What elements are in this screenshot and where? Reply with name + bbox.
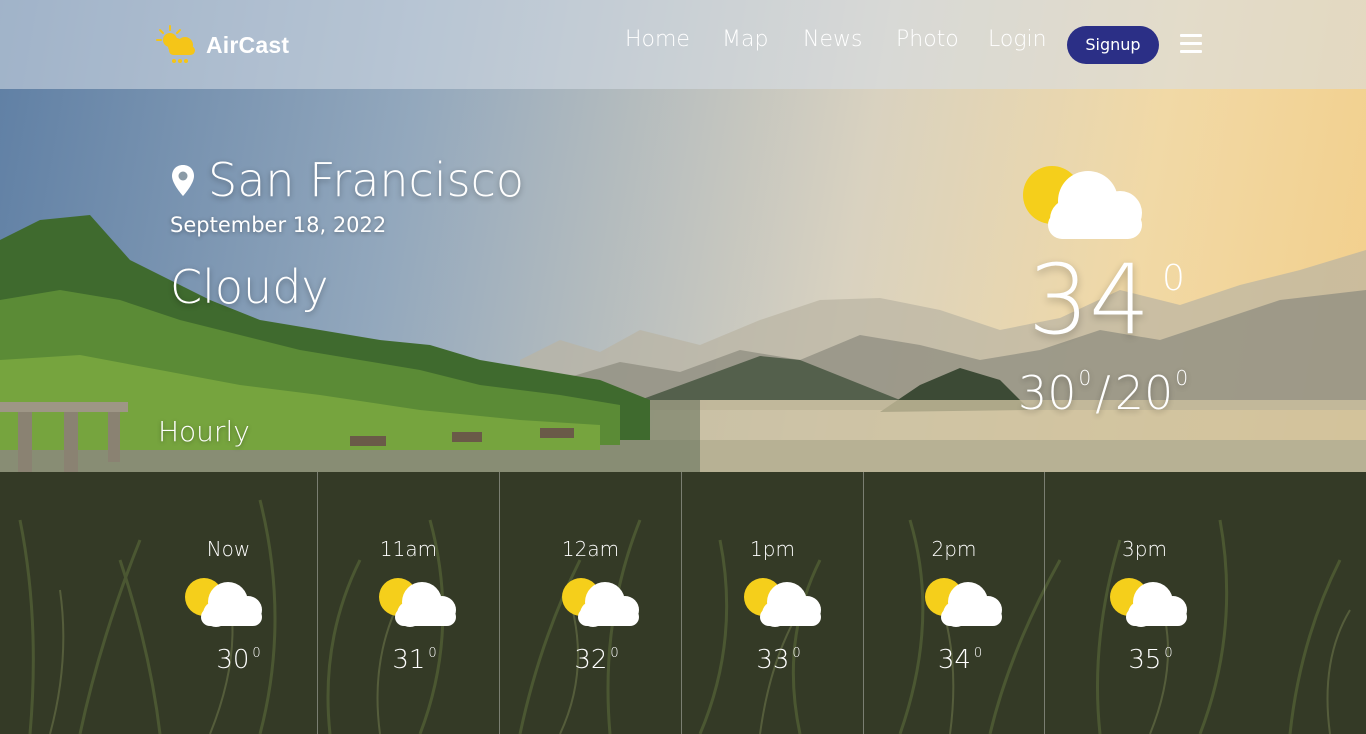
hour-time: 2pm: [931, 537, 977, 561]
hour-temperature: 32 0: [500, 645, 681, 675]
partly-cloudy-icon: [1023, 166, 1142, 239]
signup-button[interactable]: Signup: [1067, 26, 1159, 64]
hourly-item[interactable]: 3pm 35 0: [1044, 472, 1244, 734]
hour-degree: 0: [428, 646, 437, 661]
hour-time: Now: [206, 537, 251, 561]
range-separator: /: [1095, 366, 1111, 420]
hour-temp-value: 31: [392, 645, 426, 675]
hourly-section-title: Hourly: [158, 415, 250, 448]
hour-degree: 0: [252, 646, 261, 661]
nav-news[interactable]: News: [803, 27, 862, 52]
low-degree: 0: [1175, 366, 1189, 390]
nav-photo[interactable]: Photo: [896, 27, 959, 52]
hour-temp-value: 32: [574, 645, 608, 675]
location-row: San Francisco: [170, 153, 524, 207]
city-name: San Francisco: [208, 153, 525, 207]
partly-cloudy-icon: [185, 578, 262, 627]
hourly-item[interactable]: 12am 32 0: [499, 472, 681, 734]
hour-degree: 0: [610, 646, 619, 661]
hour-time: 3pm: [1122, 537, 1167, 561]
map-pin-icon: [172, 165, 194, 196]
top-navbar: AirCast Home Map News Photo Login Signup: [0, 0, 1366, 89]
hour-temp-value: 34: [937, 645, 971, 675]
weather-condition: Cloudy: [170, 260, 329, 314]
high-temperature: 30: [1018, 366, 1077, 420]
hour-temp-value: 33: [756, 645, 790, 675]
hourly-item[interactable]: Now 30 0: [140, 472, 317, 734]
hour-temperature: 30 0: [140, 645, 317, 675]
hour-temp-value: 35: [1128, 645, 1162, 675]
hour-time: 1pm: [750, 537, 795, 561]
hourly-item[interactable]: 2pm 34 0: [863, 472, 1044, 734]
hour-temperature: 31 0: [318, 645, 499, 675]
nav-home[interactable]: Home: [625, 27, 690, 52]
hour-degree: 0: [792, 646, 801, 661]
hourly-item[interactable]: 1pm 33 0: [681, 472, 863, 734]
brand[interactable]: AirCast: [156, 24, 289, 66]
temperature-range: 30 0/20 0: [1018, 368, 1188, 416]
partly-cloudy-icon: [744, 578, 821, 627]
hour-temperature: 35 0: [1045, 645, 1244, 675]
partly-cloudy-icon: [379, 578, 456, 627]
sun-cloud-rain-icon: [156, 25, 195, 63]
partly-cloudy-icon: [1110, 578, 1187, 627]
low-temperature: 20: [1114, 366, 1174, 420]
hourly-item[interactable]: 11am 31 0: [317, 472, 499, 734]
high-degree: 0: [1078, 366, 1092, 390]
partly-cloudy-icon: [562, 578, 639, 627]
hour-temperature: 33 0: [682, 645, 863, 675]
current-date: September 18, 2022: [170, 213, 387, 237]
hour-degree: 0: [973, 646, 983, 661]
current-temperature: 34: [1028, 244, 1151, 356]
hour-degree: 0: [1164, 646, 1173, 661]
hour-temp-value: 30: [216, 645, 250, 675]
nav-login[interactable]: Login: [988, 27, 1047, 52]
hour-time: 12am: [561, 537, 620, 561]
hamburger-menu-icon[interactable]: [1180, 34, 1202, 54]
hour-temperature: 34 0: [864, 645, 1044, 675]
nav-map[interactable]: Map: [722, 27, 768, 52]
hourly-forecast: Now 30 0 11am 31 0 12am 32 0 1pm 33 0 2pm: [0, 472, 1366, 734]
hour-time: 11am: [379, 537, 438, 561]
degree-symbol: 0: [1162, 258, 1185, 299]
brand-name: AirCast: [206, 31, 290, 58]
partly-cloudy-icon: [925, 578, 1002, 627]
